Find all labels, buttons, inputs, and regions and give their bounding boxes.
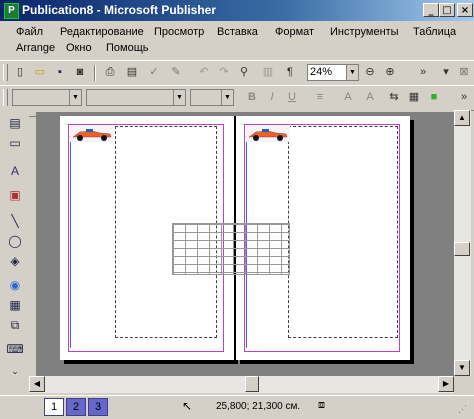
print-preview-icon[interactable]: ▤ xyxy=(124,64,140,80)
menu-file[interactable]: Файл xyxy=(16,26,43,38)
open-icon[interactable]: ▭ xyxy=(32,64,48,80)
text-frame[interactable] xyxy=(288,126,398,338)
dash-style-icon[interactable]: ▦ xyxy=(406,89,422,105)
more-tools-icon[interactable]: ⌄ xyxy=(6,362,24,380)
spelling-icon[interactable]: ✓ xyxy=(146,64,162,80)
hot-spot-icon[interactable]: ◉ xyxy=(6,276,24,294)
chevron-down-icon[interactable]: ▼ xyxy=(221,90,233,105)
scroll-left-icon[interactable]: ◀ xyxy=(29,376,45,392)
scroll-down-icon[interactable]: ▼ xyxy=(454,360,470,376)
save-icon[interactable]: ▪ xyxy=(52,64,68,80)
align-icon[interactable]: ≡ xyxy=(312,89,328,105)
scroll-up-icon[interactable]: ▲ xyxy=(454,110,470,126)
title-bar: P Publication8 - Microsoft Publisher _ □… xyxy=(0,0,474,21)
close-button[interactable]: × xyxy=(457,3,473,17)
zoom-out-icon[interactable]: ⊖ xyxy=(362,64,378,80)
page-tab-2[interactable]: 2 xyxy=(66,398,86,416)
objects-toolbar: ▤ ▭ A ▣ ╲ ◯ ◈ ◉ ▦ ⧉ ⌨ ⌄ xyxy=(0,110,29,376)
scroll-thumb[interactable] xyxy=(245,376,259,392)
bold-button[interactable]: B xyxy=(244,89,260,105)
horizontal-scrollbar[interactable]: ◀ ▶ xyxy=(29,376,454,393)
autoshape-icon[interactable]: ◈ xyxy=(6,252,24,270)
pointer-icon[interactable]: ▤ xyxy=(6,114,24,132)
resize-grip-icon[interactable]: ⋰ xyxy=(458,404,467,415)
fill-color-icon[interactable]: A xyxy=(362,89,378,105)
zoom-glass-icon[interactable]: ⚲ xyxy=(236,64,252,80)
minimize-button[interactable]: _ xyxy=(423,3,439,17)
format-toolbar: ▼ ▼ ▼ B I U ≡ A A ⇆ ▦ ■ » xyxy=(0,85,474,111)
menu-edit[interactable]: Редактирование xyxy=(60,26,144,38)
new-icon[interactable]: ▯ xyxy=(12,64,28,80)
chevron-down-icon[interactable]: ▼ xyxy=(346,65,358,80)
menu-arrange[interactable]: Arrange xyxy=(16,42,55,54)
publisher-icon[interactable]: P xyxy=(4,3,19,19)
picture-frame-icon[interactable]: ▣ xyxy=(6,186,24,204)
menu-bar: Файл Редактирование Просмотр Вставка Фор… xyxy=(0,21,474,59)
standard-toolbar: ▯ ▭ ▪ ◙ ⎙ ▤ ✓ ✎ ↶ ↷ ⚲ ▥ ¶ 24% ▼ ⊖ ⊕ » ▾ … xyxy=(0,60,474,86)
menu-window[interactable]: Окно xyxy=(66,42,92,54)
window-title: Publication8 - Microsoft Publisher xyxy=(22,3,217,17)
page-tab-3[interactable]: 3 xyxy=(88,398,108,416)
toolbar-grip[interactable] xyxy=(3,89,8,106)
html-fragment-icon[interactable]: ⧉ xyxy=(6,316,24,334)
cursor-icon: ↖ xyxy=(182,399,193,413)
tool-icon[interactable]: ⊠ xyxy=(456,64,472,80)
menu-help[interactable]: Помощь xyxy=(106,42,149,54)
oval-tool-icon[interactable]: ◯ xyxy=(6,232,24,250)
undo-icon[interactable]: ↶ xyxy=(196,64,212,80)
more-options-icon[interactable]: » xyxy=(415,64,431,80)
scroll-thumb[interactable] xyxy=(454,242,470,256)
italic-button[interactable]: I xyxy=(264,89,280,105)
text-box-icon[interactable]: ▭ xyxy=(6,134,24,152)
size-combo[interactable]: ▼ xyxy=(190,89,234,106)
menu-view[interactable]: Просмотр xyxy=(154,26,204,38)
columns-icon[interactable]: ▥ xyxy=(260,64,276,80)
font-color-icon[interactable]: A xyxy=(340,89,356,105)
separator xyxy=(94,65,96,81)
race-car-image[interactable] xyxy=(70,126,114,142)
format-painter-icon[interactable]: ✎ xyxy=(168,64,184,80)
print-icon[interactable]: ⎙ xyxy=(102,64,118,80)
form-control-icon[interactable]: ▦ xyxy=(6,296,24,314)
style-combo[interactable]: ▼ xyxy=(12,89,82,106)
design-gallery-icon[interactable]: ⌨ xyxy=(6,340,24,358)
zoom-combo[interactable]: 24% ▼ xyxy=(307,64,359,81)
search-file-icon[interactable]: ◙ xyxy=(72,64,88,80)
status-bar: 1 2 3 ↖ 25,800; 21,300 см. ⧈ ⋰ xyxy=(0,395,474,419)
menu-format[interactable]: Формат xyxy=(275,26,314,38)
chevron-down-icon[interactable]: ▼ xyxy=(69,90,81,105)
chevron-down-icon[interactable]: ▼ xyxy=(173,90,185,105)
scroll-right-icon[interactable]: ▶ xyxy=(438,376,454,392)
paragraph-icon[interactable]: ¶ xyxy=(282,64,298,80)
table-grid[interactable] xyxy=(172,223,290,275)
wordart-icon[interactable]: A xyxy=(6,162,24,180)
page-tab-1[interactable]: 1 xyxy=(44,398,64,416)
overflow-icon[interactable]: ▾ xyxy=(438,64,454,80)
menu-table[interactable]: Таблица xyxy=(413,26,456,38)
toolbar-grip[interactable] xyxy=(3,64,8,81)
line-tool-icon[interactable]: ╲ xyxy=(6,212,24,230)
line-style-icon[interactable]: ⇆ xyxy=(386,89,402,105)
zoom-in-icon[interactable]: ⊕ xyxy=(382,64,398,80)
vertical-scrollbar[interactable]: ▲ ▼ xyxy=(454,110,471,376)
zoom-value: 24% xyxy=(310,66,333,78)
menu-insert[interactable]: Вставка xyxy=(217,26,258,38)
maximize-button[interactable]: □ xyxy=(439,3,455,17)
menu-tools[interactable]: Инструменты xyxy=(330,26,399,38)
underline-button[interactable]: U xyxy=(284,89,300,105)
font-combo[interactable]: ▼ xyxy=(86,89,186,106)
shadow-icon[interactable]: ■ xyxy=(426,89,442,105)
cursor-position: 25,800; 21,300 см. xyxy=(216,401,301,412)
more-options-icon[interactable]: » xyxy=(456,89,472,105)
race-car-image[interactable] xyxy=(246,126,290,142)
redo-icon[interactable]: ↷ xyxy=(216,64,232,80)
object-size-icon: ⧈ xyxy=(318,399,325,411)
